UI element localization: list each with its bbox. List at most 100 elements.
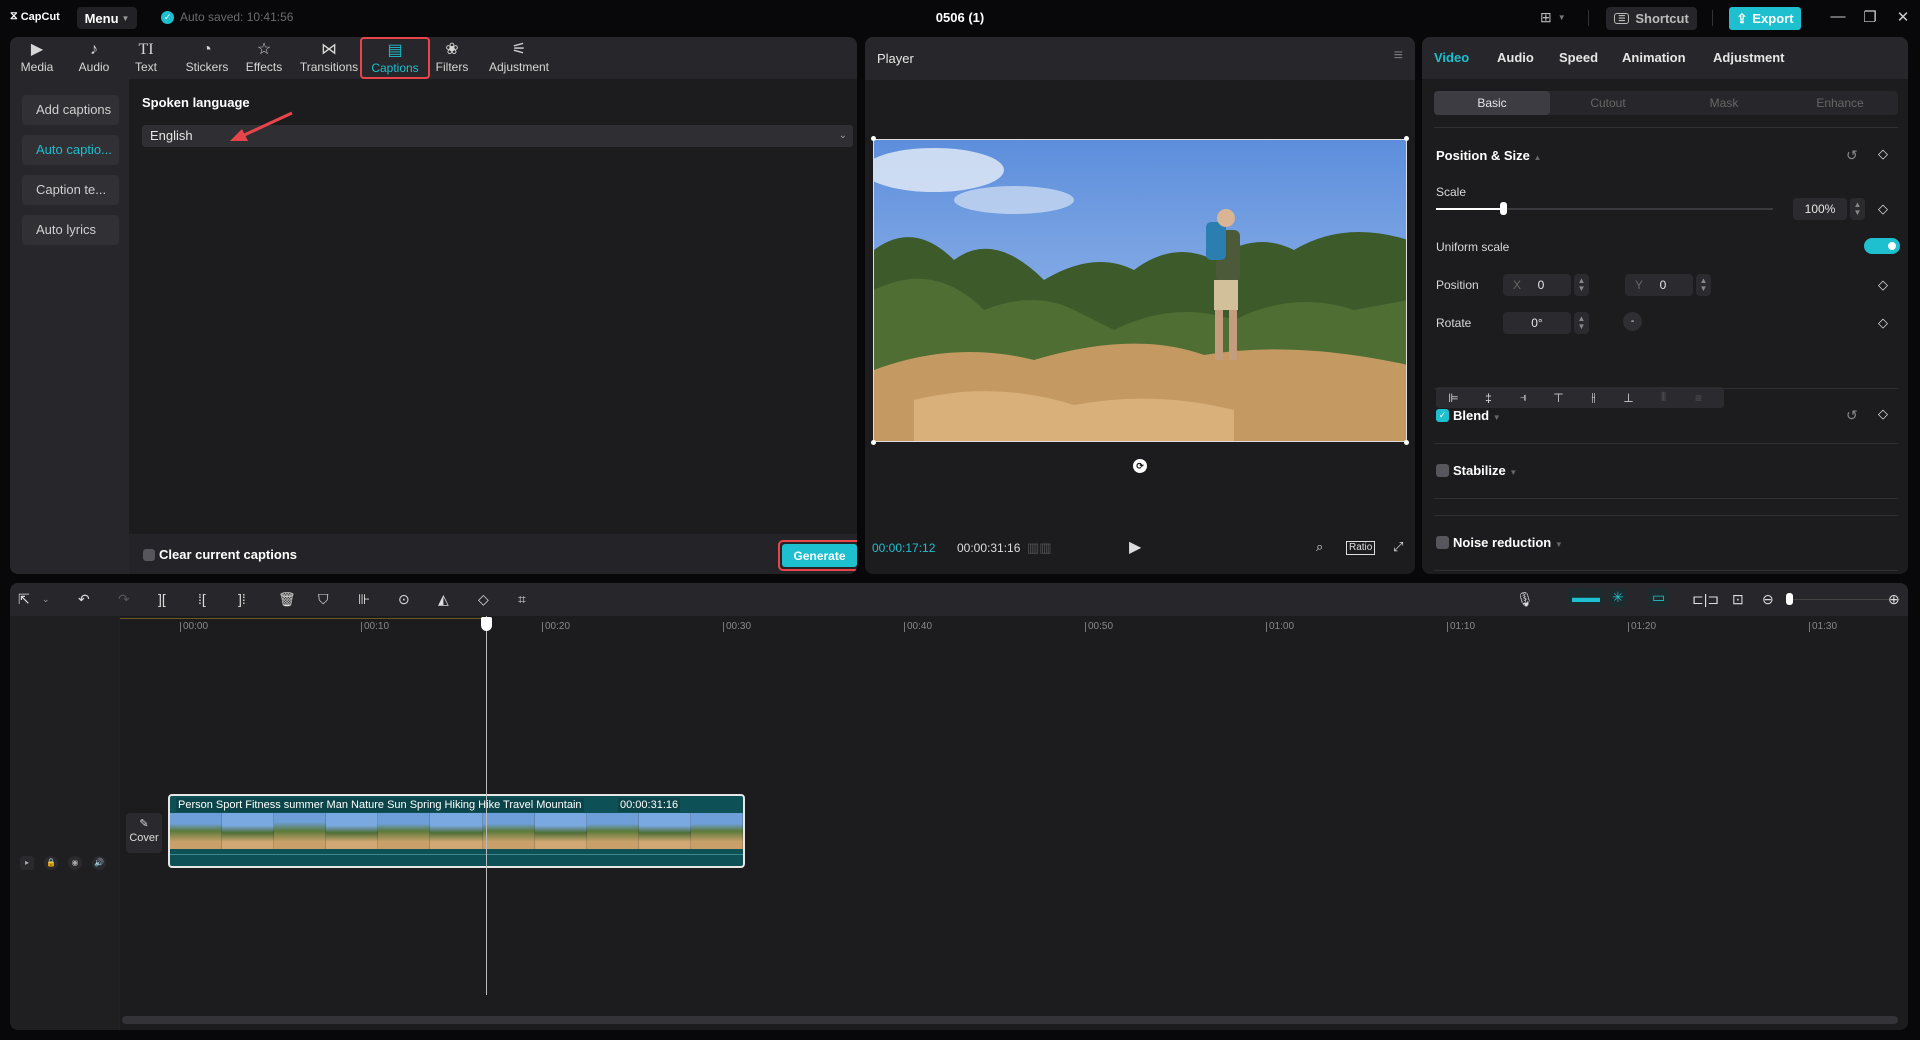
hamburger-menu-icon[interactable]: ≡ bbox=[1394, 47, 1403, 65]
export-button[interactable]: ⇪ Export bbox=[1729, 7, 1801, 30]
align-left-icon[interactable]: ⊫ bbox=[1436, 391, 1471, 405]
microphone-icon[interactable]: 🎙 bbox=[1516, 591, 1534, 608]
blend-checkbox[interactable]: ✓ bbox=[1436, 409, 1449, 422]
ruler-zoom-icon[interactable]: ⊡ bbox=[1732, 591, 1744, 608]
tab-captions[interactable]: ▤ Captions bbox=[360, 37, 430, 79]
delete-icon[interactable]: 🗑 bbox=[278, 591, 296, 608]
resize-handle[interactable] bbox=[871, 440, 876, 445]
menu-button[interactable]: Menu ▼ bbox=[77, 7, 137, 29]
tab-stickers[interactable]: ◔ Stickers bbox=[182, 40, 232, 78]
tab-transitions[interactable]: ⋈ Transitions bbox=[297, 40, 361, 78]
keyframe-icon[interactable]: ◇ bbox=[1878, 406, 1888, 422]
position-size-title[interactable]: Position & Size ▲ bbox=[1436, 148, 1541, 163]
split-icon[interactable]: ][ bbox=[158, 591, 166, 607]
align-center-v-icon[interactable]: ⫲ bbox=[1576, 390, 1611, 405]
zoom-slider-handle[interactable] bbox=[1786, 593, 1793, 605]
rotate-input[interactable]: 0° bbox=[1503, 312, 1571, 334]
playhead-handle[interactable] bbox=[481, 617, 492, 631]
shortcut-button[interactable]: ☰ Shortcut bbox=[1606, 7, 1697, 30]
subtab-basic[interactable]: Basic bbox=[1434, 91, 1550, 115]
playhead[interactable] bbox=[486, 616, 487, 995]
tab-filters[interactable]: ❀ Filters bbox=[433, 40, 471, 78]
undo-icon[interactable]: ↶ bbox=[78, 591, 90, 608]
resize-handle[interactable] bbox=[871, 136, 876, 141]
uniform-scale-toggle[interactable] bbox=[1864, 238, 1900, 254]
video-clip[interactable]: Person Sport Fitness summer Man Nature S… bbox=[168, 794, 745, 868]
fullscreen-icon[interactable]: ⤢ bbox=[1393, 539, 1403, 555]
align-right-icon[interactable]: ⫣ bbox=[1506, 390, 1541, 405]
volume-icon[interactable]: 🔊 bbox=[92, 856, 106, 870]
position-y-stepper[interactable]: ▲ ▼ bbox=[1696, 274, 1711, 296]
eye-icon[interactable]: ◉ bbox=[68, 856, 82, 870]
preview-axis-icon[interactable]: ⊏|⊐ bbox=[1692, 591, 1719, 608]
distribute-v-icon[interactable]: ≡ bbox=[1681, 391, 1716, 405]
lock-icon[interactable]: 🔒 bbox=[44, 856, 58, 870]
marker-icon[interactable]: ⛉ bbox=[318, 591, 329, 608]
generate-button[interactable]: Generate bbox=[782, 544, 857, 567]
scale-slider-handle[interactable] bbox=[1500, 202, 1508, 215]
stabilize-title[interactable]: Stabilize ▼ bbox=[1453, 463, 1517, 478]
tab-media[interactable]: ▶ Media bbox=[17, 40, 57, 78]
chevron-down-icon[interactable]: ⌄ bbox=[42, 594, 50, 605]
zoom-preview-icon[interactable]: ⌕ bbox=[1316, 539, 1323, 555]
timeline-scrollbar[interactable] bbox=[122, 1016, 1898, 1024]
layout-button[interactable]: ⊞ ▼ bbox=[1540, 9, 1566, 26]
sidebar-item-auto-lyrics[interactable]: Auto lyrics bbox=[22, 215, 119, 245]
noise-reduction-checkbox[interactable] bbox=[1436, 536, 1449, 549]
noise-reduction-title[interactable]: Noise reduction ▼ bbox=[1453, 535, 1563, 550]
scale-input[interactable]: 100% bbox=[1793, 198, 1847, 220]
position-x-input[interactable]: X0 bbox=[1503, 274, 1571, 296]
reset-icon[interactable]: ↺ bbox=[1846, 407, 1858, 424]
play-button[interactable]: ▶ bbox=[1129, 537, 1141, 557]
tab-effects[interactable]: ☆ Effects bbox=[242, 40, 286, 78]
subtab-mask[interactable]: Mask bbox=[1666, 91, 1782, 115]
link-icon[interactable]: ▭ bbox=[1648, 588, 1670, 607]
crop-icon[interactable]: ⌗ bbox=[518, 591, 526, 608]
tab-animation[interactable]: Animation bbox=[1622, 50, 1686, 65]
subtab-enhance[interactable]: Enhance bbox=[1782, 91, 1898, 115]
time-ruler[interactable]: 00:00 00:10 00:20 00:30 00:40 00:50 01:0… bbox=[120, 616, 1908, 638]
rotate-dial[interactable]: - bbox=[1623, 312, 1642, 331]
blend-title[interactable]: Blend ▼ bbox=[1453, 408, 1501, 423]
tab-adjustment[interactable]: Adjustment bbox=[1713, 50, 1785, 65]
close-icon[interactable]: ✕ bbox=[1893, 8, 1913, 26]
select-tool-icon[interactable]: ⇱ bbox=[18, 591, 30, 608]
minimize-icon[interactable]: — bbox=[1828, 8, 1848, 25]
rotate-stepper[interactable]: ▲ ▼ bbox=[1574, 312, 1589, 334]
resize-handle[interactable] bbox=[1404, 440, 1409, 445]
reverse-icon[interactable]: ⊙ bbox=[398, 591, 410, 608]
restore-icon[interactable]: ❐ bbox=[1860, 8, 1880, 26]
subtab-cutout[interactable]: Cutout bbox=[1550, 91, 1666, 115]
resize-handle[interactable] bbox=[1404, 136, 1409, 141]
video-preview[interactable] bbox=[873, 139, 1407, 442]
sidebar-item-add-captions[interactable]: Add captions bbox=[22, 95, 119, 125]
sidebar-item-auto-captions[interactable]: Auto captio... bbox=[22, 135, 119, 165]
cover-button[interactable]: ✎ Cover bbox=[126, 813, 162, 853]
tab-text[interactable]: TI Text bbox=[131, 40, 161, 78]
tab-speed[interactable]: Speed bbox=[1559, 50, 1598, 65]
redo-icon[interactable]: ↷ bbox=[118, 591, 130, 608]
auto-snap-icon[interactable]: ✳ bbox=[1608, 588, 1628, 607]
zoom-out-icon[interactable]: ⊖ bbox=[1762, 591, 1774, 608]
tab-adjustment[interactable]: ⚟ Adjustment bbox=[483, 40, 555, 78]
keyframe-icon[interactable]: ◇ bbox=[1878, 315, 1888, 331]
zoom-slider[interactable] bbox=[1790, 599, 1900, 600]
align-top-icon[interactable]: ⊤ bbox=[1541, 391, 1576, 405]
scale-stepper[interactable]: ▲ ▼ bbox=[1850, 198, 1865, 220]
keyframe-icon[interactable]: ◇ bbox=[1878, 146, 1888, 162]
rotate-icon[interactable]: ◇ bbox=[478, 591, 489, 608]
rotate-handle-icon[interactable]: ⟳ bbox=[1133, 459, 1147, 473]
distribute-h-icon[interactable]: ⦀ bbox=[1646, 390, 1681, 405]
mirror-icon[interactable]: ◭ bbox=[438, 591, 449, 608]
clear-captions-checkbox[interactable] bbox=[143, 549, 155, 561]
stabilize-checkbox[interactable] bbox=[1436, 464, 1449, 477]
keyframe-icon[interactable]: ◇ bbox=[1878, 201, 1888, 217]
keyframe-icon[interactable]: ◇ bbox=[1878, 277, 1888, 293]
sidebar-item-caption-templates[interactable]: Caption te... bbox=[22, 175, 119, 205]
ratio-button[interactable]: Ratio bbox=[1346, 541, 1376, 555]
tab-audio[interactable]: ♪ Audio bbox=[74, 40, 114, 78]
reset-icon[interactable]: ↺ bbox=[1846, 147, 1858, 164]
split-left-icon[interactable]: ⁞[ bbox=[198, 591, 206, 607]
freeze-frame-icon[interactable]: ⊪ bbox=[358, 591, 370, 608]
position-x-stepper[interactable]: ▲ ▼ bbox=[1574, 274, 1589, 296]
